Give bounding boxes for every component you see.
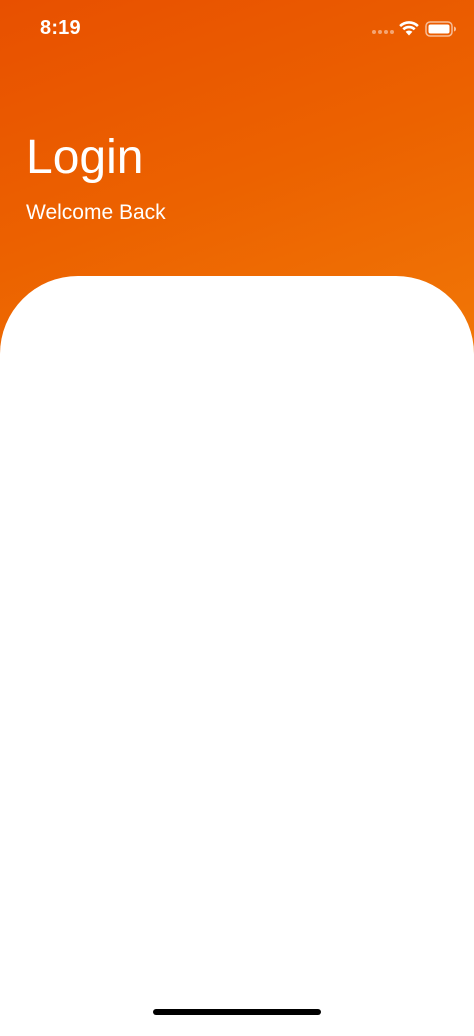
status-time: 8:19 <box>40 17 81 39</box>
status-bar: 8:19 <box>0 0 474 60</box>
wifi-icon <box>399 21 419 36</box>
battery-icon <box>425 21 456 37</box>
home-indicator[interactable] <box>153 1009 321 1015</box>
signal-dots-icon <box>372 30 396 36</box>
page-title: Login <box>26 131 144 184</box>
page-subtitle: Welcome Back <box>26 201 166 224</box>
login-card <box>0 276 474 1036</box>
